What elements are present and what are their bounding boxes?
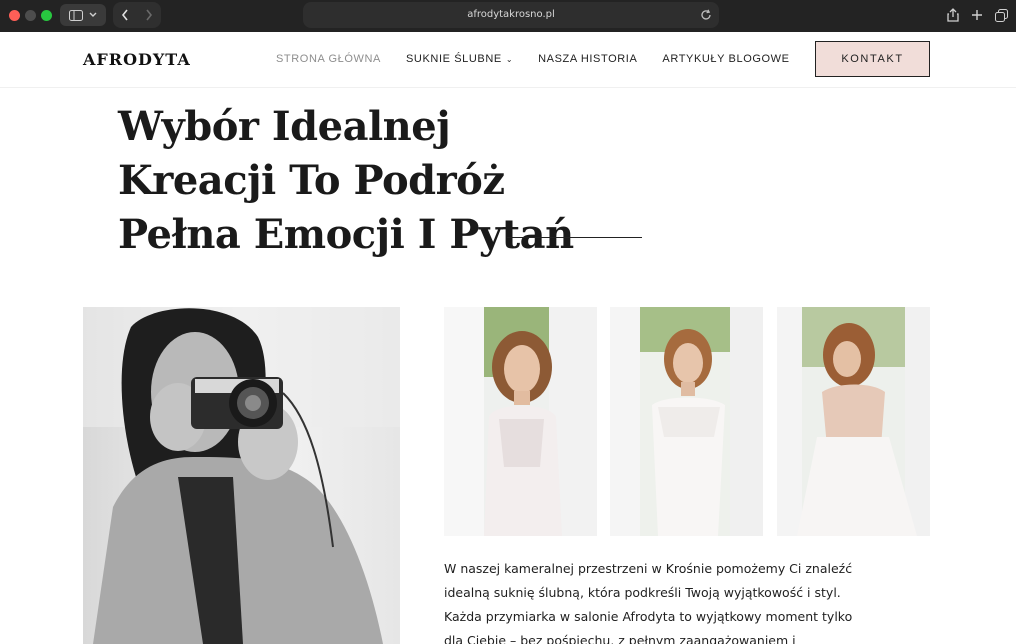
browser-toolbar: afrodytakrosno.pl (0, 0, 1016, 32)
intro-line: dla Ciebie – bez pośpiechu, z pełnym zaa… (444, 633, 796, 644)
intro-line: W naszej kameralnej przestrzeni w Krośni… (444, 561, 853, 576)
nav-item-blog[interactable]: ARTYKUŁY BLOGOWE (662, 53, 789, 65)
chevron-down-icon (89, 12, 97, 17)
sidebar-toggle-button[interactable] (60, 4, 106, 26)
url-text: afrodytakrosno.pl (467, 9, 555, 20)
hero-title: Wybór Idealnej Kreacji To Podróż Pełna E… (118, 100, 574, 262)
nav-item-label: STRONA GŁÓWNA (276, 53, 381, 65)
dress-photo[interactable] (610, 307, 763, 536)
main-navigation: STRONA GŁÓWNA SUKNIE ŚLUBNE ⌄ NASZA HISTO… (276, 53, 815, 65)
minimize-window-button[interactable] (25, 10, 36, 21)
intro-line: idealną suknię ślubną, która podkreśli T… (444, 585, 841, 600)
nav-item-home[interactable]: STRONA GŁÓWNA (276, 53, 381, 65)
close-window-button[interactable] (9, 10, 20, 21)
new-tab-button[interactable] (968, 4, 986, 26)
intro-line: Każda przymiarka w salonie Afrodyta to w… (444, 609, 853, 624)
site-logo[interactable]: AFRODYTA (83, 50, 191, 69)
share-button[interactable] (944, 4, 962, 26)
dress-photo[interactable] (777, 307, 930, 536)
hero-title-line: Wybór Idealnej (118, 103, 451, 150)
address-bar[interactable]: afrodytakrosno.pl (303, 2, 719, 28)
zoom-window-button[interactable] (41, 10, 52, 21)
chevron-left-icon (121, 9, 128, 21)
intro-paragraph: W naszej kameralnej przestrzeni w Krośni… (444, 557, 853, 644)
nav-item-label: ARTYKUŁY BLOGOWE (662, 53, 790, 65)
tabs-icon (994, 8, 1008, 22)
contact-button[interactable]: KONTAKT (815, 41, 930, 77)
decorative-rule (507, 237, 642, 238)
chevron-right-icon (146, 9, 153, 21)
photographer-photo (83, 307, 400, 644)
nav-item-our-history[interactable]: NASZA HISTORIA (538, 53, 637, 65)
hero-title-line: Kreacji To Podróż (118, 157, 505, 204)
forward-button[interactable] (140, 6, 158, 24)
back-button[interactable] (116, 6, 134, 24)
reload-icon[interactable] (699, 8, 713, 22)
chevron-down-icon: ⌄ (505, 54, 514, 64)
history-navigation (113, 2, 161, 28)
nav-item-label: NASZA HISTORIA (538, 53, 638, 65)
site-header: AFRODYTA STRONA GŁÓWNA SUKNIE ŚLUBNE ⌄ NA… (0, 32, 1016, 88)
tab-overview-button[interactable] (992, 4, 1010, 26)
hero-title-line: Pełna Emocji I Pytań (118, 211, 574, 258)
sidebar-icon (69, 9, 83, 21)
nav-item-label: SUKNIE ŚLUBNE (405, 53, 502, 65)
nav-item-wedding-dresses[interactable]: SUKNIE ŚLUBNE ⌄ (406, 53, 513, 65)
dress-photo[interactable] (444, 307, 597, 536)
plus-icon (972, 10, 982, 20)
share-icon (947, 8, 959, 22)
